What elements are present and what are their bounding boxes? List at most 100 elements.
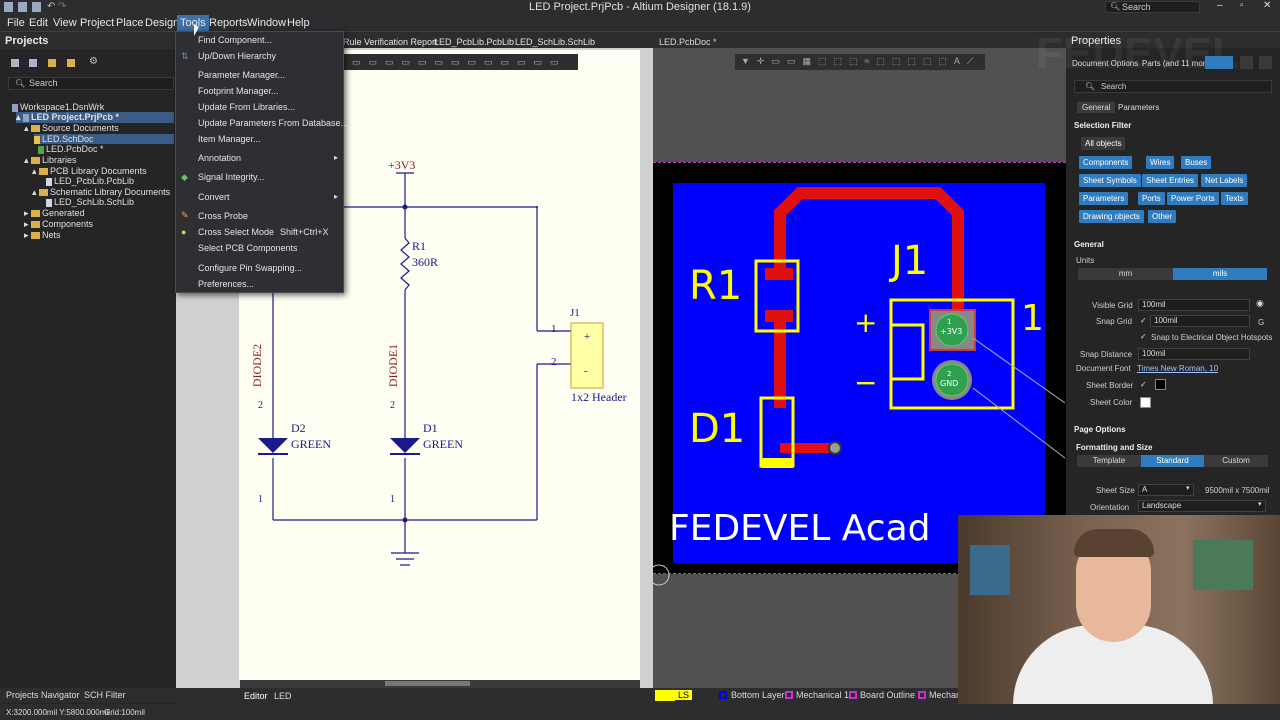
compile-icon[interactable] [29,59,37,67]
undo-icon[interactable]: ↶ [47,1,55,12]
snap-grid-checkbox[interactable]: ✓ [1140,316,1147,325]
tab-navigator[interactable]: Navigator [41,690,80,700]
filter-buses[interactable]: Buses [1181,156,1212,169]
menu-file[interactable]: File [7,17,25,29]
snap-distance-field[interactable]: 100mil [1138,348,1250,360]
layer-bottom[interactable]: Bottom Layer [731,690,785,700]
maximize-icon[interactable]: ▫ [1240,0,1244,11]
menu-item-select-pcb-components[interactable]: Select PCB Components [198,243,298,253]
menu-reports[interactable]: Reports [209,17,248,29]
redo-icon[interactable]: ↷ [58,1,66,12]
menu-design[interactable]: Design [145,17,179,29]
menu-item-up-down-hierarchy[interactable]: Up/Down Hierarchy [198,51,276,61]
format-standard-button[interactable]: Standard [1141,455,1204,467]
menu-item-convert[interactable]: Convert [198,192,230,202]
tab-parameters[interactable]: Parameters [1118,103,1159,112]
filter-power-ports[interactable]: Power Ports [1167,192,1219,205]
quick-access-toolbar[interactable]: ↶ ↷ [4,1,66,12]
add-folder-icon[interactable] [67,59,75,67]
menu-item-update-parameters-from-database[interactable]: Update Parameters From Database... [198,118,348,128]
filter-ports[interactable]: Ports [1138,192,1165,205]
layer-board-outline[interactable]: Board Outline [860,690,915,700]
tab-sch-filter[interactable]: SCH Filter [84,690,126,700]
close-icon[interactable]: ✕ [1263,0,1271,11]
sheet-border-color[interactable] [1155,379,1166,390]
filter-texts[interactable]: Texts [1221,192,1248,205]
snap-hotspots-checkbox[interactable]: ✓ [1140,332,1147,341]
tree-item-source-documents[interactable]: ▴ Source Documents [24,123,119,134]
chevron-down-icon[interactable]: ▾ [1186,484,1190,492]
projects-search-input[interactable]: 🔍︎ Search [8,77,174,90]
panel-option-icon[interactable] [1240,56,1253,69]
chevron-down-icon[interactable]: ▾ [1258,500,1262,508]
save-icon[interactable] [4,2,13,12]
tree-item-led-pcbdoc[interactable]: LED.PcbDoc * [38,144,104,154]
eye-icon[interactable]: ◉ [1256,298,1264,309]
menu-item-find-component[interactable]: Find Component... [198,35,272,45]
filter-net-labels[interactable]: Net Labels [1201,174,1248,187]
tree-item-libraries[interactable]: ▴ Libraries [24,155,77,166]
schematic-scrollbar[interactable] [240,680,640,688]
filter-sheet-entries[interactable]: Sheet Entries [1142,174,1199,187]
menu-project[interactable]: Project [80,17,114,29]
filter-drawing-objects[interactable]: Drawing objects [1079,210,1144,223]
tree-item-led-schlib[interactable]: LED_SchLib.SchLib [46,197,134,207]
tree-item-workspace[interactable]: Workspace1.DsnWrk [12,102,104,112]
menu-item-configure-pin-swapping[interactable]: Configure Pin Swapping... [198,263,302,273]
open-folder-icon[interactable] [48,59,56,67]
filter-wires[interactable]: Wires [1146,156,1175,169]
tab-editor[interactable]: Editor [244,691,268,701]
menu-item-cross-probe[interactable]: Cross Probe [198,211,248,221]
tab-led-schlib[interactable]: LED_SchLib.SchLib [515,37,595,47]
units-mm-button[interactable]: mm [1078,268,1173,280]
filter-all-objects[interactable]: All objects [1081,137,1126,150]
minimize-icon[interactable]: – [1217,0,1223,11]
tab-led[interactable]: LED [274,691,292,701]
format-template-button[interactable]: Template [1077,455,1141,467]
tree-item-components[interactable]: ▸ Components [24,219,93,230]
menu-item-cross-select-mode[interactable]: Cross Select Mode [198,227,274,237]
menu-item-annotation[interactable]: Annotation [198,153,241,163]
format-custom-button[interactable]: Custom [1204,455,1268,467]
menu-item-preferences[interactable]: Preferences... [198,279,254,289]
tree-item-generated[interactable]: ▸ Generated [24,208,85,219]
layer-ls-swatch[interactable] [655,690,675,701]
filter-icon[interactable] [1205,56,1233,69]
tree-item-led-pcblib[interactable]: LED_PcbLib.PcbLib [46,176,134,186]
save-all-icon[interactable] [18,2,27,12]
global-search-input[interactable]: 🔍︎ Search [1105,1,1200,13]
units-mils-button[interactable]: mils [1173,268,1267,280]
gear-icon[interactable]: ⚙ [89,56,98,67]
menu-tools[interactable]: Tools [177,15,209,31]
orientation-select[interactable]: Landscape [1138,500,1266,512]
tab-general[interactable]: General [1077,102,1116,113]
filter-other[interactable]: Other [1148,210,1177,223]
sheet-border-checkbox[interactable]: ✓ [1140,380,1147,389]
filter-parameters[interactable]: Parameters [1079,192,1129,205]
tab-projects[interactable]: Projects [6,690,39,700]
menu-item-footprint-manager[interactable]: Footprint Manager... [198,86,279,96]
tree-item-led-schdoc[interactable]: LED.SchDoc [34,134,174,144]
menu-item-signal-integrity[interactable]: Signal Integrity... [198,172,264,182]
filter-sheet-symbols[interactable]: Sheet Symbols [1079,174,1141,187]
properties-search-input[interactable]: 🔍︎ Search [1074,80,1272,93]
selection-filter-header[interactable]: Selection Filter [1074,121,1131,130]
tab-rule-verification-report[interactable]: Rule Verification Report [343,37,438,47]
tree-item-project[interactable]: ▴ LED Project.PrjPcb * [16,112,174,123]
menu-help[interactable]: Help [287,17,310,29]
filter-components[interactable]: Components [1079,156,1133,169]
panel-option2-icon[interactable] [1259,56,1272,69]
visible-grid-field[interactable]: 100mil [1138,299,1250,311]
menu-view[interactable]: View [53,17,77,29]
scrollbar-thumb[interactable] [385,681,470,686]
document-font-link[interactable]: Times New Roman, 10 [1137,364,1218,373]
menu-window[interactable]: Window [247,17,286,29]
snap-grid-field[interactable]: 100mil [1150,315,1250,327]
page-options-header[interactable]: Page Options [1074,425,1126,434]
tree-item-nets[interactable]: ▸ Nets [24,230,61,241]
open-icon[interactable] [32,2,41,12]
menu-item-item-manager[interactable]: Item Manager... [198,134,261,144]
layer-ls[interactable]: LS [675,690,693,700]
tab-led-pcbdoc[interactable]: LED.PcbDoc * [659,37,717,47]
menu-item-update-from-libraries[interactable]: Update From Libraries... [198,102,295,112]
